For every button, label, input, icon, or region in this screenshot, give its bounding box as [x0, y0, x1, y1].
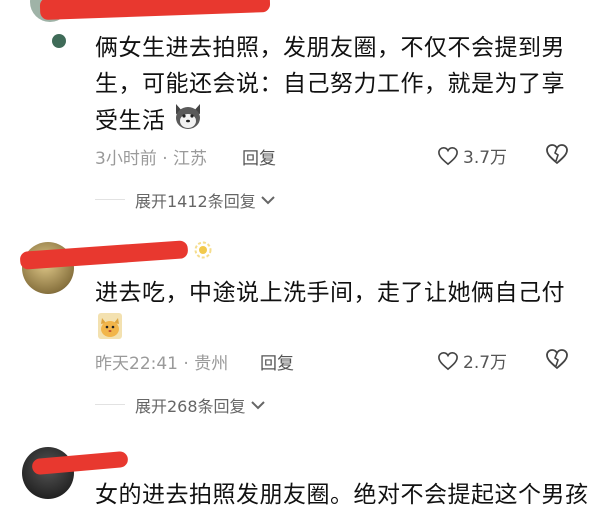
cat-face-emoji [97, 312, 123, 344]
comment-location: 江苏 [173, 149, 208, 169]
expand-replies-button[interactable]: 展开268条回复 [135, 393, 266, 417]
expand-replies-label: 展开268条回复 [135, 397, 246, 416]
comment-text: 俩女生进去拍照，发朋友圈，不仅不会提到男生，可能还会说：自己努力工作，就是为了享… [95, 30, 575, 141]
expand-replies-button[interactable]: 展开1412条回复 [135, 188, 276, 212]
reply-button[interactable]: 回复 [260, 349, 294, 374]
dislike-heart-icon [546, 144, 568, 165]
dislike-heart-icon [546, 349, 568, 370]
comment-location: 贵州 [194, 354, 229, 374]
flower-badge-icon [194, 241, 212, 263]
dislike-button[interactable] [545, 348, 569, 374]
comment-meta: 昨天22:41 · 贵州 [95, 349, 228, 374]
comment-meta: 3小时前 · 江苏 [95, 144, 207, 169]
heart-outline-icon [438, 146, 458, 165]
comment-time: 3小时前 [95, 149, 157, 169]
avatar-badge-icon [52, 34, 66, 48]
like-button[interactable]: 3.7万 [437, 143, 507, 168]
comment-1: 俩女生进去拍照，发朋友圈，不仅不会提到男生，可能还会说：自己努力工作，就是为了享… [0, 0, 600, 225]
dislike-button[interactable] [545, 143, 569, 169]
like-count: 2.7万 [463, 353, 508, 373]
husky-face-emoji [173, 102, 203, 141]
comment-3: 女的进去拍照发朋友圈。绝对不会提起这个男孩 [0, 435, 600, 520]
expand-replies-label: 展开1412条回复 [135, 192, 256, 211]
redacted-username [39, 0, 271, 21]
expand-divider [95, 404, 125, 405]
meta-separator: · [178, 354, 195, 374]
meta-separator: · [156, 149, 174, 169]
comment-text-content: 女的进去拍照发朋友圈。绝对不会提起这个男孩 [95, 482, 589, 508]
comment-text-content: 进去吃，中途说上洗手间，走了让她俩自己付 [95, 280, 565, 306]
like-count: 3.7万 [463, 148, 508, 168]
heart-outline-icon [438, 351, 458, 370]
chevron-down-icon [250, 401, 265, 410]
comment-text: 女的进去拍照发朋友圈。绝对不会提起这个男孩 [95, 477, 588, 513]
comment-time: 昨天22:41 [95, 354, 178, 374]
like-button[interactable]: 2.7万 [437, 348, 507, 373]
comment-2: 进去吃，中途说上洗手间，走了让她俩自己付 昨天22:41 · 贵州 回复 2.7… [0, 225, 600, 435]
chevron-down-icon [261, 196, 275, 205]
expand-divider [95, 199, 125, 200]
comment-text: 进去吃，中途说上洗手间，走了让她俩自己付 [95, 275, 575, 311]
comment-text-content: 俩女生进去拍照，发朋友圈，不仅不会提到男生，可能还会说：自己努力工作，就是为了享… [95, 35, 565, 134]
reply-button[interactable]: 回复 [242, 144, 276, 169]
